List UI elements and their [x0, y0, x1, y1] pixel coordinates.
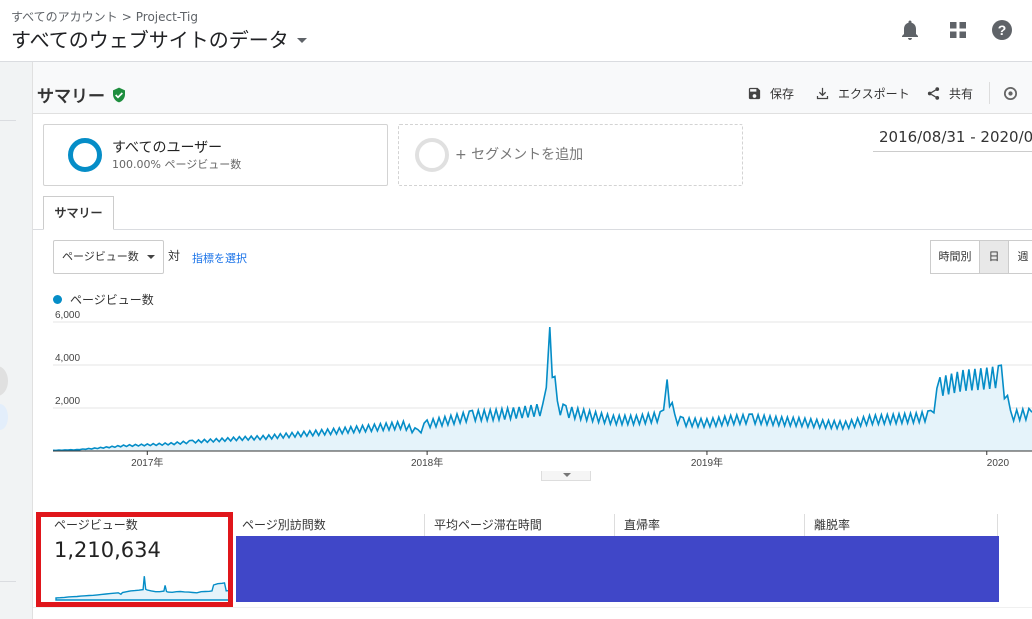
- granularity-day-button[interactable]: 日: [979, 240, 1009, 274]
- scorecard-divider: [997, 514, 998, 536]
- share-button[interactable]: 共有: [926, 85, 973, 102]
- select-metric-link[interactable]: 指標を選択: [192, 250, 247, 266]
- legend-label: ページビュー数: [70, 293, 154, 307]
- chart-legend: ページビュー数: [53, 291, 154, 308]
- pageviews-chart[interactable]: 6,000 4,000 2,000 2017年 2018年 2019年 2020: [33, 308, 1032, 478]
- redaction-overlay: [236, 536, 999, 602]
- nav-item-selected-indicator[interactable]: [0, 404, 8, 430]
- nav-divider: [0, 581, 16, 582]
- footer-divider: [33, 607, 1032, 608]
- breadcrumb-property[interactable]: Project-Tig: [136, 10, 198, 24]
- y-tick-label: 4,000: [55, 353, 80, 364]
- segment-share: 100.00% ページビュー数: [112, 158, 242, 171]
- breadcrumb: すべてのアカウント > Project-Tig: [11, 8, 198, 25]
- insights-icon[interactable]: [1002, 85, 1019, 102]
- report-title-text: サマリー: [37, 87, 105, 107]
- x-tick-label: 2020: [987, 458, 1010, 469]
- scorecard-label: 離脱率: [814, 518, 851, 532]
- nav-item-indicator[interactable]: [0, 366, 8, 396]
- x-tick-label: 2019年: [691, 456, 723, 469]
- y-tick-label: 6,000: [55, 310, 80, 321]
- x-tick-label: 2017年: [131, 456, 163, 469]
- empty-segment-ring-icon: [415, 138, 449, 172]
- save-icon: [748, 87, 761, 100]
- left-nav-rail: [0, 62, 33, 619]
- granularity-week-button[interactable]: 週: [1008, 240, 1032, 274]
- dropdown-arrow-icon: [147, 255, 155, 259]
- report-title: サマリー: [37, 82, 127, 107]
- caret-down-icon: [296, 38, 307, 43]
- y-tick-label: 2,000: [55, 396, 80, 407]
- save-label: 保存: [770, 87, 795, 101]
- versus-label: 対: [168, 249, 181, 263]
- verified-check-icon: [113, 87, 125, 102]
- date-range-picker[interactable]: 2016/08/31 - 2020/02: [873, 124, 1032, 152]
- help-icon[interactable]: ?: [990, 18, 1014, 42]
- add-segment-button[interactable]: + セグメントを追加: [398, 124, 743, 186]
- toolbar-divider: [989, 82, 990, 104]
- segment-all-users[interactable]: すべてのユーザー 100.00% ページビュー数: [43, 124, 388, 186]
- export-label: エクスポート: [838, 87, 910, 101]
- tab-bar-line: [33, 229, 1032, 230]
- scorecard-label: ページ別訪問数: [242, 518, 326, 532]
- highlight-box-red: [36, 512, 233, 607]
- export-button[interactable]: エクスポート: [815, 85, 910, 102]
- svg-text:?: ?: [998, 22, 1007, 38]
- download-icon: [816, 87, 829, 100]
- series-area: [53, 327, 1032, 451]
- apps-grid-icon[interactable]: [946, 18, 970, 42]
- x-tick-label: 2018年: [411, 456, 443, 469]
- granularity-hourly-button[interactable]: 時間別: [930, 240, 980, 274]
- breadcrumb-accounts[interactable]: すべてのアカウント: [11, 10, 118, 24]
- nav-divider: [0, 120, 16, 121]
- top-header: すべてのアカウント > Project-Tig すべてのウェブサイトのデータ ?: [0, 0, 1032, 62]
- granularity-toggle: 時間別 日 週: [930, 240, 1032, 274]
- view-selector[interactable]: すべてのウェブサイトのデータ: [11, 24, 307, 53]
- chart-collapse-handle[interactable]: [541, 471, 591, 481]
- tab-summary[interactable]: サマリー: [43, 196, 114, 230]
- share-label: 共有: [949, 87, 974, 101]
- scorecard-label: 平均ページ滞在時間: [434, 518, 542, 532]
- legend-dot: [53, 295, 62, 304]
- breadcrumb-separator: >: [121, 10, 132, 24]
- share-icon: [927, 87, 940, 100]
- save-button[interactable]: 保存: [747, 85, 794, 102]
- view-title: すべてのウェブサイトのデータ: [11, 28, 289, 52]
- add-segment-label: + セグメントを追加: [455, 147, 584, 163]
- bell-icon[interactable]: [898, 18, 922, 42]
- metric-dropdown[interactable]: ページビュー数: [53, 240, 164, 274]
- segment-color-ring-icon: [68, 138, 102, 172]
- segment-name: すべてのユーザー: [112, 140, 223, 156]
- scorecard-label: 直帰率: [624, 518, 661, 532]
- report-header: サマリー 保存 エクスポート 共有: [33, 62, 1032, 114]
- metric-dropdown-value: ページビュー数: [62, 250, 139, 263]
